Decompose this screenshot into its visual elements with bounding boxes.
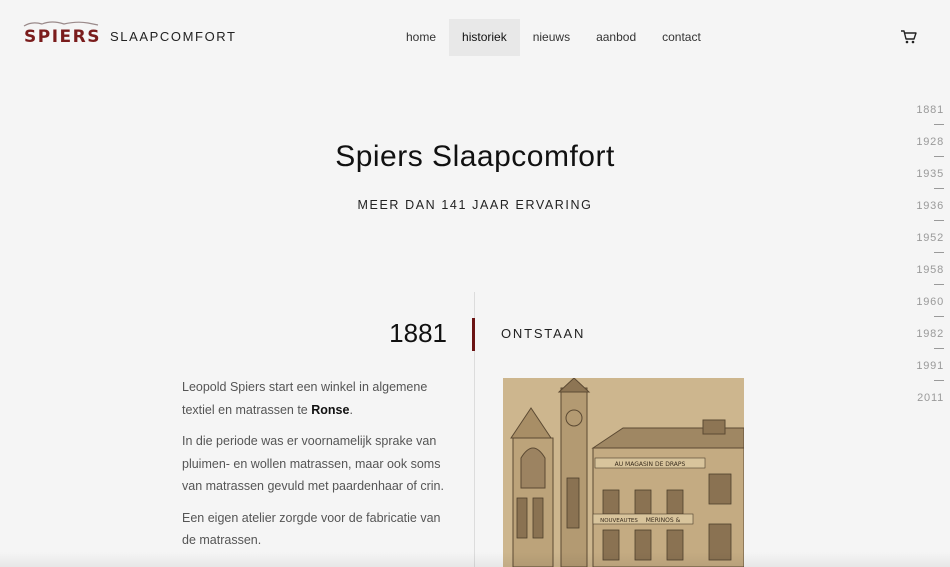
historic-building-photo: AU MAGASIN DE DRAPS NOUVEAUTES MERINOS & <box>503 378 744 567</box>
timeline-item-1958[interactable]: 1958 <box>910 264 950 296</box>
section-text: Leopold Spiers start een winkel in algem… <box>182 376 454 561</box>
nav-home[interactable]: home <box>393 19 449 56</box>
timeline-year: 1991 <box>916 360 944 372</box>
timeline-item-1952[interactable]: 1952 <box>910 232 950 264</box>
timeline-item-1960[interactable]: 1960 <box>910 296 950 328</box>
timeline-dash <box>934 188 944 189</box>
timeline-year: 2011 <box>917 392 944 404</box>
paragraph-text: In die periode was er voornamelijk sprak… <box>182 434 444 493</box>
paragraph: In die periode was er voornamelijk sprak… <box>182 430 454 498</box>
timeline-item-1991[interactable]: 1991 <box>910 360 950 392</box>
site-header: SPIERS SLAAPCOMFORT home historiek nieuw… <box>0 0 950 74</box>
main-nav: home historiek nieuws aanbod contact <box>393 19 714 56</box>
timeline-marker <box>472 318 475 351</box>
timeline-item-1881[interactable]: 1881 <box>910 104 950 136</box>
nav-contact[interactable]: contact <box>649 19 714 56</box>
logo-mark: SPIERS <box>22 20 102 50</box>
logo-word: SPIERS <box>24 27 101 47</box>
timeline-dash <box>934 380 944 381</box>
nav-aanbod[interactable]: aanbod <box>583 19 649 56</box>
timeline-year: 1881 <box>916 104 944 116</box>
timeline-item-1982[interactable]: 1982 <box>910 328 950 360</box>
timeline-year: 1982 <box>916 328 944 340</box>
timeline-dash <box>934 252 944 253</box>
timeline-dash <box>934 316 944 317</box>
cart-icon[interactable] <box>900 29 918 45</box>
building-sketch: AU MAGASIN DE DRAPS NOUVEAUTES MERINOS & <box>503 378 744 567</box>
shop-sign: MERINOS & <box>646 517 681 524</box>
shop-sign: AU MAGASIN DE DRAPS <box>615 461 686 468</box>
page-title: Spiers Slaapcomfort <box>335 140 615 173</box>
timeline-year: 1958 <box>916 264 944 276</box>
timeline-dash <box>934 124 944 125</box>
paragraph-text: Een eigen atelier zorgde voor de fabrica… <box>182 510 441 548</box>
nav-historiek[interactable]: historiek <box>449 19 520 56</box>
section-title: ONTSTAAN <box>501 326 586 341</box>
logo-subtitle: SLAAPCOMFORT <box>110 29 237 44</box>
page-subtitle: MEER DAN 141 JAAR ERVARING <box>357 198 593 212</box>
timeline-year: 1960 <box>916 296 944 308</box>
paragraph: Een eigen atelier zorgde voor de fabrica… <box>182 507 454 552</box>
timeline-year: 1952 <box>916 232 944 244</box>
timeline-dash <box>934 220 944 221</box>
shop-sign: NOUVEAUTES <box>600 518 638 524</box>
timeline-dash <box>934 348 944 349</box>
nav-nieuws[interactable]: nieuws <box>520 19 583 56</box>
paragraph-text: . <box>349 402 353 417</box>
bottom-shadow <box>0 552 950 567</box>
logo[interactable]: SPIERS SLAAPCOMFORT <box>22 20 242 50</box>
timeline-dash <box>934 284 944 285</box>
town-name: Ronse <box>311 402 350 417</box>
timeline-item-2011[interactable]: 2011 <box>910 392 950 424</box>
section-year: 1881 <box>389 318 447 348</box>
paragraph: Leopold Spiers start een winkel in algem… <box>182 376 454 421</box>
paragraph-text: Leopold Spiers start een winkel in algem… <box>182 380 428 417</box>
